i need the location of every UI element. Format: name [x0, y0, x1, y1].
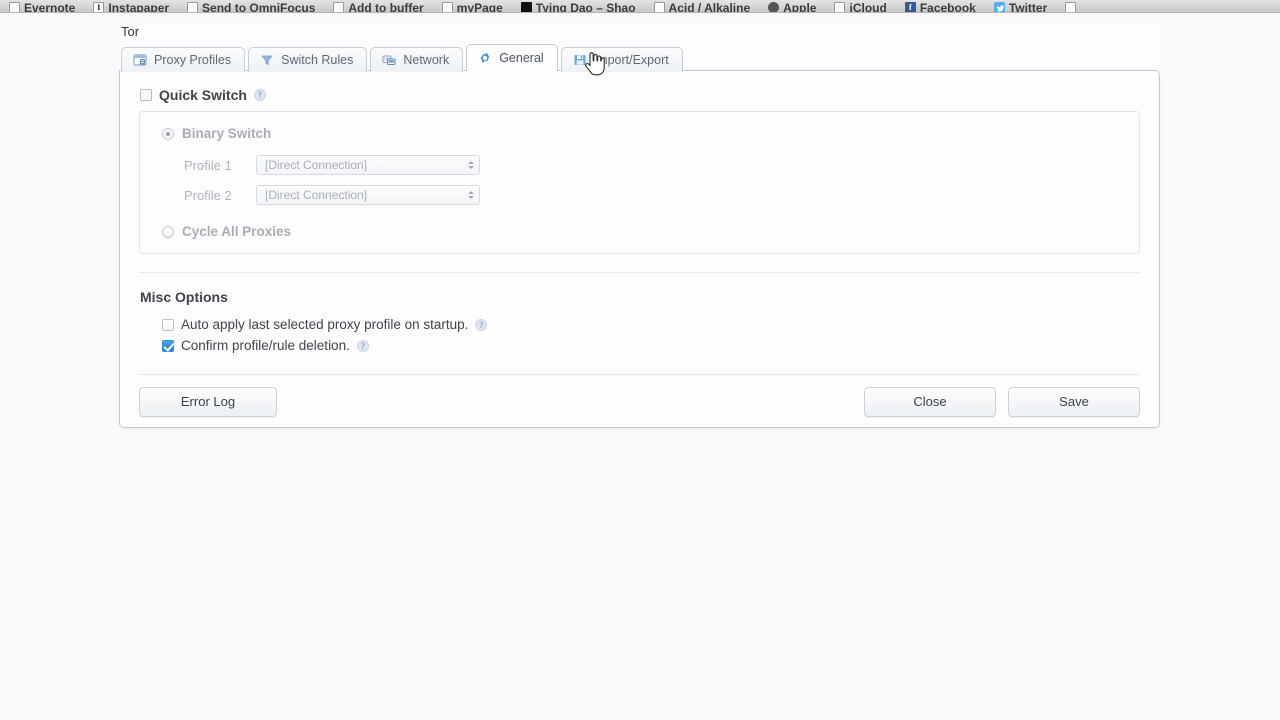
- dialog-footer: Error Log Close Save: [138, 387, 1141, 417]
- bookmark-item[interactable]: f Facebook: [896, 0, 985, 13]
- option-confirm-deletion-row[interactable]: Confirm profile/rule deletion. ?: [138, 335, 1141, 356]
- bookmark-item[interactable]: iCloud: [825, 0, 895, 13]
- bookmark-label: Apple: [783, 0, 817, 13]
- quick-switch-options-box: Binary Switch Profile 1 [Direct Connecti…: [139, 111, 1140, 254]
- acid-alkaline-favicon: [653, 2, 665, 12]
- proxy-options-dialog: Tor Proxy Profiles Switch Rules Network …: [119, 24, 1160, 428]
- network-icon: [382, 53, 396, 67]
- cycle-all-proxies-radio[interactable]: [162, 225, 174, 238]
- quick-switch-title: Quick Switch: [159, 87, 247, 103]
- tab-general[interactable]: General: [466, 44, 558, 71]
- help-icon[interactable]: ?: [475, 318, 488, 331]
- quick-switch-header: Quick Switch ?: [138, 87, 1141, 111]
- tab-label: Proxy Profiles: [154, 52, 232, 67]
- bookmark-item[interactable]: Send to OmniFocus: [178, 0, 324, 13]
- tab-label: Import/Export: [593, 52, 669, 67]
- misc-options-title: Misc Options: [140, 289, 228, 305]
- bookmark-label: Instapaper: [108, 0, 170, 13]
- bookmark-label: Send to OmniFocus: [202, 0, 316, 13]
- footer-actions: Close Save: [864, 387, 1140, 417]
- profile-2-row: Profile 2 [Direct Connection]: [162, 180, 1139, 210]
- chevron-updown-icon: [467, 159, 474, 172]
- divider: [139, 374, 1140, 375]
- bookmark-item[interactable]: Apple: [759, 0, 825, 13]
- overflow-favicon: [1065, 2, 1077, 12]
- help-icon[interactable]: ?: [356, 339, 369, 352]
- bookmark-item[interactable]: myPage: [433, 0, 512, 13]
- option-auto-apply-row[interactable]: Auto apply last selected proxy profile o…: [138, 314, 1141, 335]
- bookmark-item[interactable]: I Instapaper: [84, 0, 178, 13]
- bookmark-label: Evernote: [24, 0, 76, 13]
- close-button[interactable]: Close: [864, 387, 996, 417]
- auto-apply-label: Auto apply last selected proxy profile o…: [181, 316, 469, 332]
- auto-apply-checkbox[interactable]: [162, 318, 174, 331]
- browser-bookmark-bar: Evernote I Instapaper Send to OmniFocus …: [0, 0, 1280, 13]
- tab-label: Network: [403, 52, 450, 67]
- profile-1-value: [Direct Connection]: [265, 158, 368, 172]
- binary-switch-radio-row[interactable]: Binary Switch: [162, 126, 1139, 141]
- save-button[interactable]: Save: [1008, 387, 1140, 417]
- floppy-disk-icon: [573, 53, 587, 67]
- general-tab-panel: Quick Switch ? Binary Switch Profile 1 […: [119, 70, 1160, 428]
- bookmark-item[interactable]: Evernote: [0, 0, 84, 13]
- profile-1-label: Profile 1: [184, 157, 232, 173]
- tab-label: General: [499, 50, 544, 65]
- cycle-all-proxies-label: Cycle All Proxies: [182, 224, 292, 239]
- apple-favicon: [768, 2, 780, 12]
- evernote-favicon: [9, 2, 20, 12]
- tab-switch-rules[interactable]: Switch Rules: [248, 47, 368, 72]
- bookmark-item[interactable]: Add to buffer: [324, 0, 432, 13]
- bookmark-label: Facebook: [919, 0, 976, 13]
- profile-2-value: [Direct Connection]: [265, 188, 368, 202]
- buffer-favicon: [333, 2, 345, 12]
- facebook-favicon: f: [904, 2, 916, 12]
- bookmark-label: iCloud: [849, 0, 887, 13]
- profile-1-row: Profile 1 [Direct Connection]: [162, 150, 1139, 180]
- profile-2-label: Profile 2: [184, 187, 232, 203]
- cycle-all-proxies-radio-row[interactable]: Cycle All Proxies: [162, 224, 1139, 239]
- tab-network[interactable]: Network: [370, 47, 464, 72]
- error-log-button[interactable]: Error Log: [139, 387, 277, 417]
- icloud-favicon: [834, 2, 846, 12]
- tab-import-export[interactable]: Import/Export: [560, 47, 683, 72]
- quick-switch-checkbox[interactable]: [140, 89, 152, 101]
- tab-strip: Proxy Profiles Switch Rules Network Gene…: [119, 44, 1160, 72]
- bookmark-label: Acid / Alkaline: [668, 0, 751, 13]
- omnifocus-favicon: [187, 2, 199, 12]
- dialog-title: Tor: [121, 24, 140, 39]
- confirm-deletion-label: Confirm profile/rule deletion.: [181, 337, 350, 353]
- bookmark-label: Add to buffer: [348, 0, 424, 13]
- bookmark-item[interactable]: Acid / Alkaline: [645, 0, 760, 13]
- tab-proxy-profiles[interactable]: Proxy Profiles: [121, 47, 246, 72]
- bookmark-label: myPage: [456, 0, 503, 13]
- bookmark-item[interactable]: Tying Dao – Shao: [512, 0, 645, 13]
- bookmark-item[interactable]: Twitter: [985, 0, 1056, 13]
- bookmark-label: Twitter: [1008, 0, 1048, 13]
- tab-label: Switch Rules: [281, 52, 354, 67]
- profile-select-rows: Profile 1 [Direct Connection] Profile 2 …: [162, 150, 1139, 210]
- confirm-deletion-checkbox[interactable]: [162, 339, 174, 352]
- profile-1-select[interactable]: [Direct Connection]: [256, 155, 480, 175]
- gear-icon: [478, 51, 492, 65]
- twitter-favicon: [993, 2, 1005, 12]
- chevron-updown-icon: [467, 189, 474, 202]
- binary-switch-label: Binary Switch: [182, 126, 272, 141]
- binary-switch-radio[interactable]: [162, 127, 174, 140]
- help-icon[interactable]: ?: [253, 89, 266, 101]
- mypage-favicon: [441, 2, 453, 12]
- bookmark-label: Tying Dao – Shao: [535, 0, 636, 13]
- funnel-icon: [260, 53, 274, 67]
- profile-2-select[interactable]: [Direct Connection]: [256, 185, 480, 205]
- instapaper-favicon: I: [93, 2, 105, 12]
- tyingdao-favicon: [520, 2, 532, 12]
- bookmark-item-overflow[interactable]: [1056, 0, 1085, 12]
- proxy-profiles-icon: [133, 53, 147, 67]
